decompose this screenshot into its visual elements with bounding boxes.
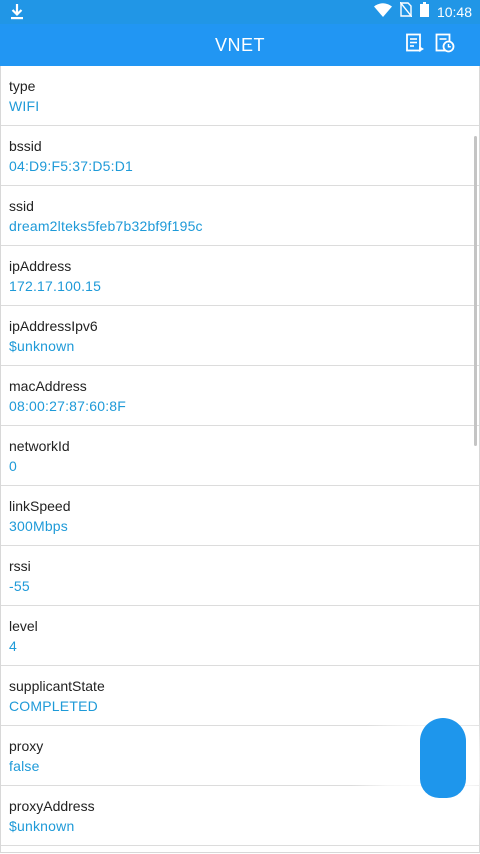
notes-button[interactable] bbox=[402, 32, 428, 58]
item-value: false bbox=[9, 758, 40, 774]
list-item[interactable]: level 4 bbox=[1, 606, 479, 666]
floating-action-button[interactable] bbox=[420, 718, 466, 798]
item-value: 04:D9:F5:37:D5:D1 bbox=[9, 158, 134, 174]
list-item[interactable]: ssid dream2lteks5feb7b32bf9f195c bbox=[1, 186, 479, 246]
network-info-list[interactable]: type WIFI bssid 04:D9:F5:37:D5:D1 ssid d… bbox=[0, 66, 480, 853]
item-key: rssi bbox=[9, 558, 31, 574]
list-item[interactable]: linkSpeed 300Mbps bbox=[1, 486, 479, 546]
list-item[interactable]: bssid 04:D9:F5:37:D5:D1 bbox=[1, 126, 479, 186]
item-value: 0 bbox=[9, 458, 17, 474]
list-item[interactable]: proxyAddress $unknown bbox=[1, 786, 479, 846]
battery-icon bbox=[419, 2, 429, 22]
status-bar: 10:48 bbox=[0, 0, 480, 24]
item-key: linkSpeed bbox=[9, 498, 71, 514]
item-value: 08:00:27:87:60:8F bbox=[9, 398, 127, 414]
list-item[interactable]: proxy false bbox=[1, 726, 479, 786]
wifi-icon bbox=[373, 2, 392, 22]
item-key: networkId bbox=[9, 438, 70, 454]
item-value: 4 bbox=[9, 638, 17, 654]
item-key: supplicantState bbox=[9, 678, 105, 694]
app-bar: VNET bbox=[0, 24, 480, 66]
download-icon bbox=[10, 3, 24, 21]
item-key: macAddress bbox=[9, 378, 87, 394]
list-item[interactable]: networkId 0 bbox=[1, 426, 479, 486]
notes-icon bbox=[405, 33, 425, 58]
item-value: $unknown bbox=[9, 338, 75, 354]
clock: 10:48 bbox=[436, 4, 472, 20]
item-value: -55 bbox=[9, 578, 30, 594]
list-item[interactable]: macAddress 08:00:27:87:60:8F bbox=[1, 366, 479, 426]
no-sim-icon bbox=[399, 1, 413, 22]
item-value: 300Mbps bbox=[9, 518, 68, 534]
item-key: ssid bbox=[9, 198, 34, 214]
item-key: proxy bbox=[9, 738, 44, 754]
item-key: bssid bbox=[9, 138, 42, 154]
item-value: WIFI bbox=[9, 98, 40, 114]
history-button[interactable] bbox=[432, 32, 458, 58]
item-key: type bbox=[9, 78, 36, 94]
list-item[interactable]: ipAddress 172.17.100.15 bbox=[1, 246, 479, 306]
history-icon bbox=[435, 33, 455, 58]
item-key: proxyAddress bbox=[9, 798, 95, 814]
list-item[interactable]: rssi -55 bbox=[1, 546, 479, 606]
scrollbar[interactable] bbox=[474, 136, 477, 446]
list-item[interactable]: ipAddressIpv6 $unknown bbox=[1, 306, 479, 366]
item-key: ipAddressIpv6 bbox=[9, 318, 98, 334]
list-item[interactable]: type WIFI bbox=[1, 66, 479, 126]
list-item[interactable]: supplicantState COMPLETED bbox=[1, 666, 479, 726]
item-value: dream2lteks5feb7b32bf9f195c bbox=[9, 218, 203, 234]
item-value: 172.17.100.15 bbox=[9, 278, 102, 294]
item-value: $unknown bbox=[9, 818, 75, 834]
item-key: level bbox=[9, 618, 38, 634]
item-key: ipAddress bbox=[9, 258, 72, 274]
item-value: COMPLETED bbox=[9, 698, 98, 714]
